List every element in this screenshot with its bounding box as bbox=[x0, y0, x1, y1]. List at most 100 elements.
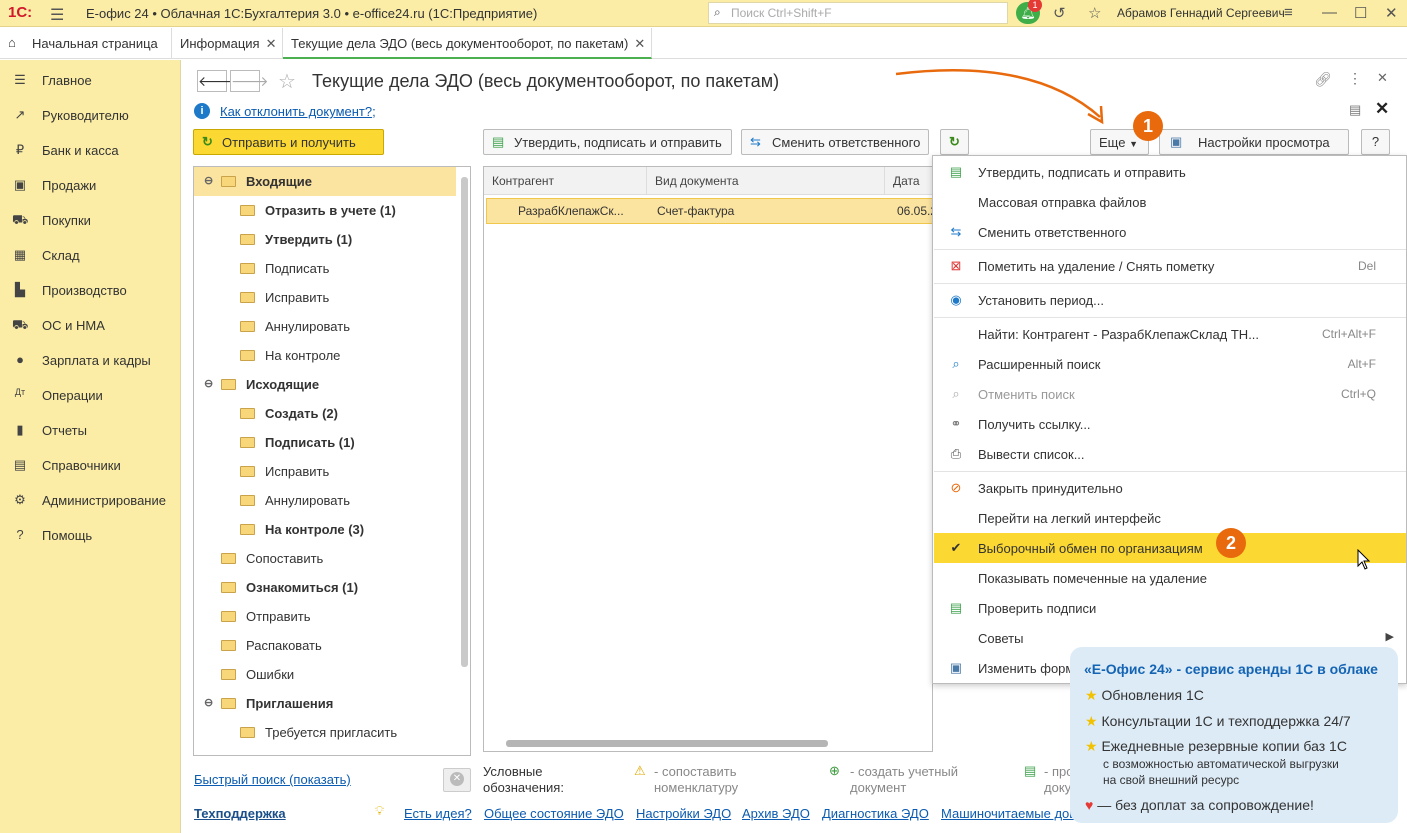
tab-home[interactable]: ⌂ Начальная страница bbox=[0, 28, 172, 59]
menu-item[interactable]: ⎙ Вывести список... bbox=[934, 439, 1406, 469]
tree-node[interactable]: ⊖ Приглашения bbox=[204, 689, 333, 718]
edo-state-link[interactable]: Общее состояние ЭДО bbox=[484, 806, 624, 821]
favorites-star-icon[interactable]: ☆ bbox=[1088, 4, 1101, 22]
quick-search-link[interactable]: Быстрый поиск (показать) bbox=[194, 772, 351, 787]
menu-item[interactable]: ◉ Установить период... bbox=[934, 285, 1406, 315]
tree-node[interactable]: Распаковать bbox=[221, 631, 322, 660]
sidebar-item-help[interactable]: ? Помощь bbox=[0, 518, 181, 548]
menu-item[interactable]: Показывать помеченные на удаление bbox=[934, 563, 1406, 593]
help-link[interactable]: Как отклонить документ? bbox=[220, 104, 372, 119]
collapse-icon[interactable]: ⊖ bbox=[204, 377, 213, 390]
support-link[interactable]: Техподдержка bbox=[194, 806, 286, 821]
help-button[interactable]: ? bbox=[1361, 129, 1390, 155]
minimize-icon[interactable]: — bbox=[1322, 4, 1337, 21]
tree-node[interactable]: Аннулировать bbox=[240, 312, 350, 341]
sidebar-item-sales[interactable]: ▣ Продажи bbox=[0, 168, 181, 198]
documents-grid[interactable]: Контрагент Вид документа Дата РазрабКлеп… bbox=[483, 166, 937, 752]
menu-item[interactable]: ▤ Утвердить, подписать и отправить bbox=[934, 157, 1406, 187]
edo-diagnostics-link[interactable]: Диагностика ЭДО bbox=[822, 806, 929, 821]
tree-node[interactable]: Ознакомиться (1) bbox=[221, 573, 358, 602]
forward-button[interactable]: 🡒 bbox=[230, 70, 269, 92]
menu-item[interactable]: ⚭ Получить ссылку... bbox=[934, 409, 1406, 439]
menu-item[interactable]: Перейти на легкий интерфейс bbox=[934, 503, 1406, 533]
close-panel-icon[interactable]: ✕ bbox=[1375, 99, 1389, 119]
sidebar-item-main[interactable]: ☰ Главное bbox=[0, 63, 181, 93]
tree-node[interactable]: Исправить bbox=[240, 283, 329, 312]
more-dropdown-menu[interactable]: ▤ Утвердить, подписать и отправить Массова… bbox=[932, 155, 1407, 684]
view-settings-button[interactable]: ▣ Настройки просмотра bbox=[1159, 129, 1349, 155]
sidebar-item-bank[interactable]: ₽ Банк и касса bbox=[0, 133, 181, 163]
tree-node[interactable]: Отправить bbox=[221, 602, 310, 631]
column-date[interactable]: Дата bbox=[885, 167, 934, 195]
edo-settings-link[interactable]: Настройки ЭДО bbox=[636, 806, 731, 821]
maximize-icon[interactable]: ☐ bbox=[1354, 4, 1367, 22]
sidebar-item-purchases[interactable]: ⛟ Покупки bbox=[0, 203, 181, 233]
sidebar-item-salary[interactable]: ● Зарплата и кадры bbox=[0, 343, 181, 373]
sidebar-item-manager[interactable]: ↗ Руководителю bbox=[0, 98, 181, 128]
idea-link[interactable]: Есть идея? bbox=[404, 806, 472, 821]
menu-item[interactable]: ⇆ Сменить ответственного bbox=[934, 217, 1406, 247]
tree-node[interactable]: Утвердить (1) bbox=[240, 225, 352, 254]
tree-node[interactable]: Исправить bbox=[240, 457, 329, 486]
tree-node[interactable]: ⊖ Исходящие bbox=[204, 370, 319, 399]
table-row[interactable]: РазрабКлепажСк... Счет-фактура 06.05.2 bbox=[486, 198, 937, 224]
collapse-icon[interactable]: ⊖ bbox=[204, 696, 213, 709]
approve-sign-send-button[interactable]: ▤ Утвердить, подписать и отправить bbox=[483, 129, 732, 155]
main-menu-icon[interactable]: ☰ bbox=[50, 5, 64, 25]
close-form-icon[interactable]: ✕ bbox=[1377, 70, 1388, 86]
tab-edo-current[interactable]: Текущие дела ЭДО (весь документооборот, … bbox=[283, 28, 652, 59]
global-search-input[interactable]: ⌕ Поиск Ctrl+Shift+F bbox=[708, 2, 1008, 24]
clear-button[interactable]: ✕ bbox=[443, 768, 471, 792]
tree-node[interactable]: Требуется пригласить bbox=[240, 718, 397, 747]
tree-node[interactable]: ⊖ Входящие bbox=[204, 167, 312, 196]
tree-node[interactable]: Создать (2) bbox=[240, 399, 338, 428]
more-actions-icon[interactable]: ⋮ bbox=[1348, 70, 1362, 87]
tab-information[interactable]: Информация ✕ bbox=[172, 28, 283, 59]
sidebar-item-admin[interactable]: ⚙ Администрирование bbox=[0, 483, 181, 513]
tree-node[interactable]: Ошибки bbox=[221, 660, 294, 689]
back-button[interactable]: 🡐 bbox=[197, 70, 236, 92]
tree-node[interactable]: Отразить в учете (1) bbox=[240, 196, 396, 225]
sidebar-item-directories[interactable]: ▤ Справочники bbox=[0, 448, 181, 478]
tree-node[interactable]: Сопоставить bbox=[221, 544, 323, 573]
menu-item[interactable]: Массовая отправка файлов bbox=[934, 187, 1406, 217]
tree-node[interactable]: Подписать bbox=[240, 254, 329, 283]
report-view-icon[interactable]: ▤ bbox=[1349, 102, 1361, 118]
sidebar-item-production[interactable]: ▙ Производство bbox=[0, 273, 181, 303]
tree-node[interactable]: На контроле (3) bbox=[240, 515, 364, 544]
sidebar-item-reports[interactable]: ▮ Отчеты bbox=[0, 413, 181, 443]
close-tab-icon[interactable]: ✕ bbox=[634, 36, 645, 51]
tree-node[interactable]: На контроле bbox=[240, 341, 340, 370]
menu-item[interactable]: ⊠ Пометить на удаление / Снять пометку Del bbox=[934, 251, 1406, 281]
machine-readable-link[interactable]: Машиночитаемые дов bbox=[941, 806, 1076, 821]
close-tab-icon[interactable]: ✕ bbox=[266, 36, 277, 51]
tree-node[interactable]: Подписать (1) bbox=[240, 428, 355, 457]
column-doc-type[interactable]: Вид документа bbox=[647, 167, 885, 195]
close-window-icon[interactable]: ✕ bbox=[1385, 4, 1398, 22]
settings-menu-icon[interactable]: ≡ bbox=[1284, 4, 1293, 21]
tree-scrollbar[interactable] bbox=[461, 177, 468, 667]
change-responsible-button[interactable]: ⇆ Сменить ответственного bbox=[741, 129, 929, 155]
user-name[interactable]: Абрамов Геннадий Сергеевич bbox=[1117, 6, 1285, 20]
menu-item[interactable]: ✔ Выборочный обмен по организациям bbox=[934, 533, 1406, 563]
refresh-button[interactable]: ↻ bbox=[940, 129, 969, 155]
grid-horizontal-scrollbar[interactable] bbox=[506, 740, 828, 747]
edo-archive-link[interactable]: Архив ЭДО bbox=[742, 806, 810, 821]
menu-item[interactable]: ▤ Проверить подписи bbox=[934, 593, 1406, 623]
history-icon[interactable]: ↺ bbox=[1053, 4, 1066, 22]
menu-item[interactable]: Найти: Контрагент - РазрабКлепажСклад ТН… bbox=[934, 319, 1406, 349]
help-icon: ? bbox=[16, 527, 24, 542]
send-receive-button[interactable]: ↻ Отправить и получить bbox=[193, 129, 384, 155]
column-counterparty[interactable]: Контрагент bbox=[484, 167, 647, 195]
sidebar-item-warehouse[interactable]: ▦ Склад bbox=[0, 238, 181, 268]
link-icon[interactable]: 🔗︎ bbox=[1314, 71, 1332, 88]
sidebar-item-operations[interactable]: Дт Операции bbox=[0, 378, 181, 408]
sidebar-item-assets[interactable]: ⛟ ОС и НМА bbox=[0, 308, 181, 338]
collapse-icon[interactable]: ⊖ bbox=[204, 174, 213, 187]
folder-tree[interactable]: ⊖ Входящие Отразить в учете (1) Утвердить (… bbox=[193, 166, 471, 756]
menu-item[interactable]: ⌕ Расширенный поиск Alt+F bbox=[934, 349, 1406, 379]
menu-item[interactable]: ⊘ Закрыть принудительно bbox=[934, 473, 1406, 503]
tree-node[interactable]: Аннулировать bbox=[240, 486, 350, 515]
favorite-star-icon[interactable]: ☆ bbox=[278, 69, 296, 94]
menu-item[interactable]: ⌕ Отменить поиск Ctrl+Q bbox=[934, 379, 1406, 409]
